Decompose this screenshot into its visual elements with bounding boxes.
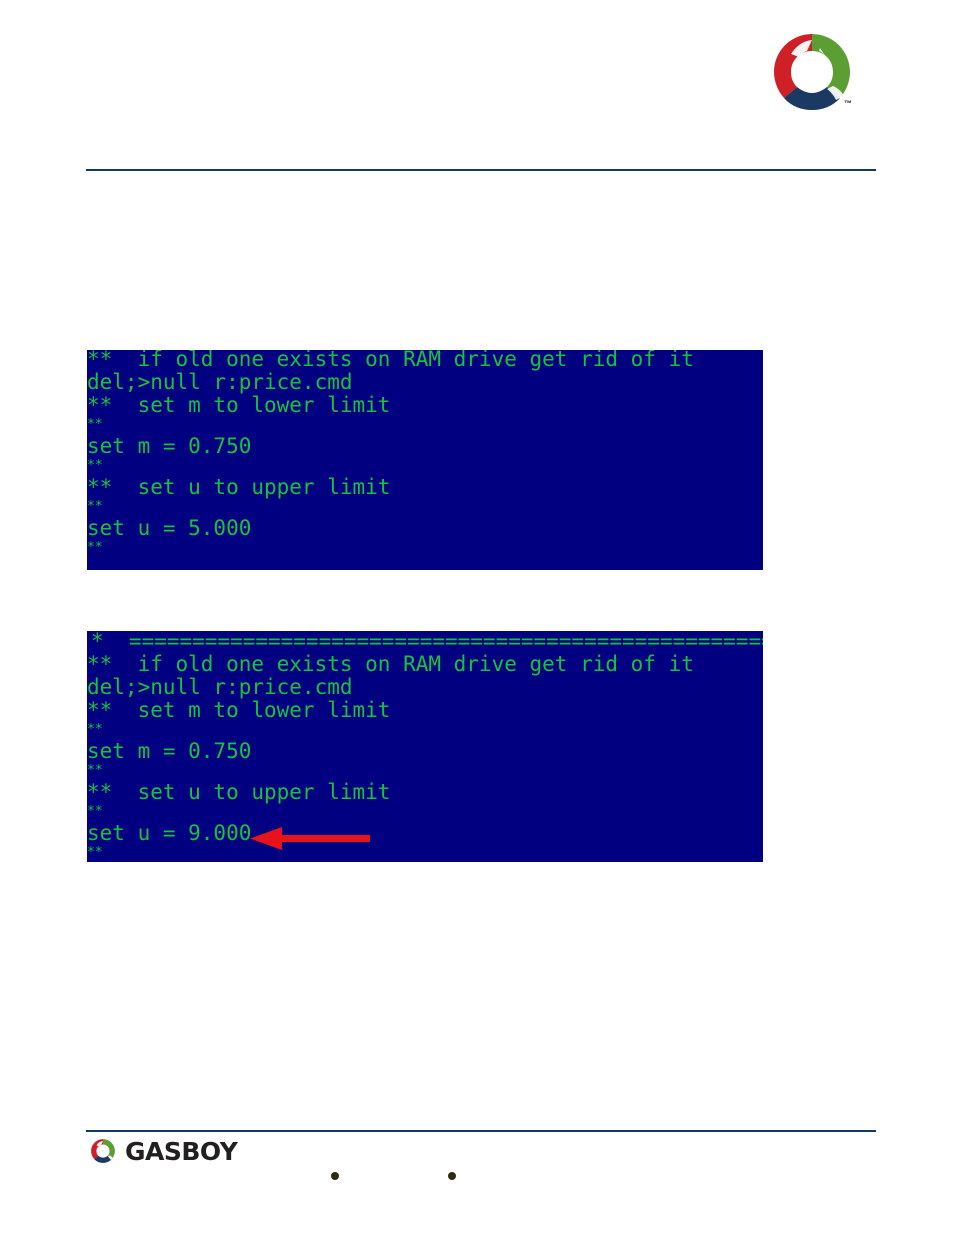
- footer-separator-dot: [331, 1172, 339, 1180]
- footer-wordmark: GASBOY: [125, 1136, 238, 1166]
- header-divider-rule: [86, 169, 876, 171]
- terminal-line: ** set u to upper limit: [87, 780, 391, 804]
- terminal-line: set m = 0.750: [87, 434, 252, 458]
- terminal-screenshot-upper: ----------------------------------------…: [87, 350, 763, 570]
- terminal-line: * ======================================…: [91, 631, 763, 653]
- red-arrow-annotation: [250, 825, 370, 853]
- terminal-line: ** if old one exists on RAM drive get ri…: [87, 350, 694, 371]
- header-logo: ™: [764, 26, 860, 118]
- terminal-line: set m = 0.750: [87, 739, 252, 763]
- terminal-line: set u = 9.000: [87, 821, 252, 845]
- terminal-line: **: [87, 540, 103, 555]
- footer-separator-dot: [448, 1172, 456, 1180]
- terminal-line: ** set u to upper limit: [87, 475, 391, 499]
- footer-logo: GASBOY: [88, 1136, 238, 1166]
- terminal-screenshot-lower: * ======================================…: [87, 631, 763, 862]
- footer-divider-rule: [86, 1130, 876, 1132]
- terminal-line: ** set m to lower limit: [87, 698, 391, 722]
- terminal-line: del;>null r:price.cmd: [87, 370, 353, 394]
- terminal-line: **: [87, 845, 103, 860]
- terminal-line: ** set m to lower limit: [87, 393, 391, 417]
- terminal-line: ** if old one exists on RAM drive get ri…: [87, 652, 694, 676]
- gasboy-circle-logo-icon: [91, 1139, 115, 1163]
- trademark-symbol: ™: [844, 99, 852, 108]
- footer-meta-line: [86, 1164, 876, 1188]
- terminal-line: set u = 5.000: [87, 516, 252, 540]
- terminal-line: del;>null r:price.cmd: [87, 675, 353, 699]
- left-arrow-icon: [250, 827, 370, 850]
